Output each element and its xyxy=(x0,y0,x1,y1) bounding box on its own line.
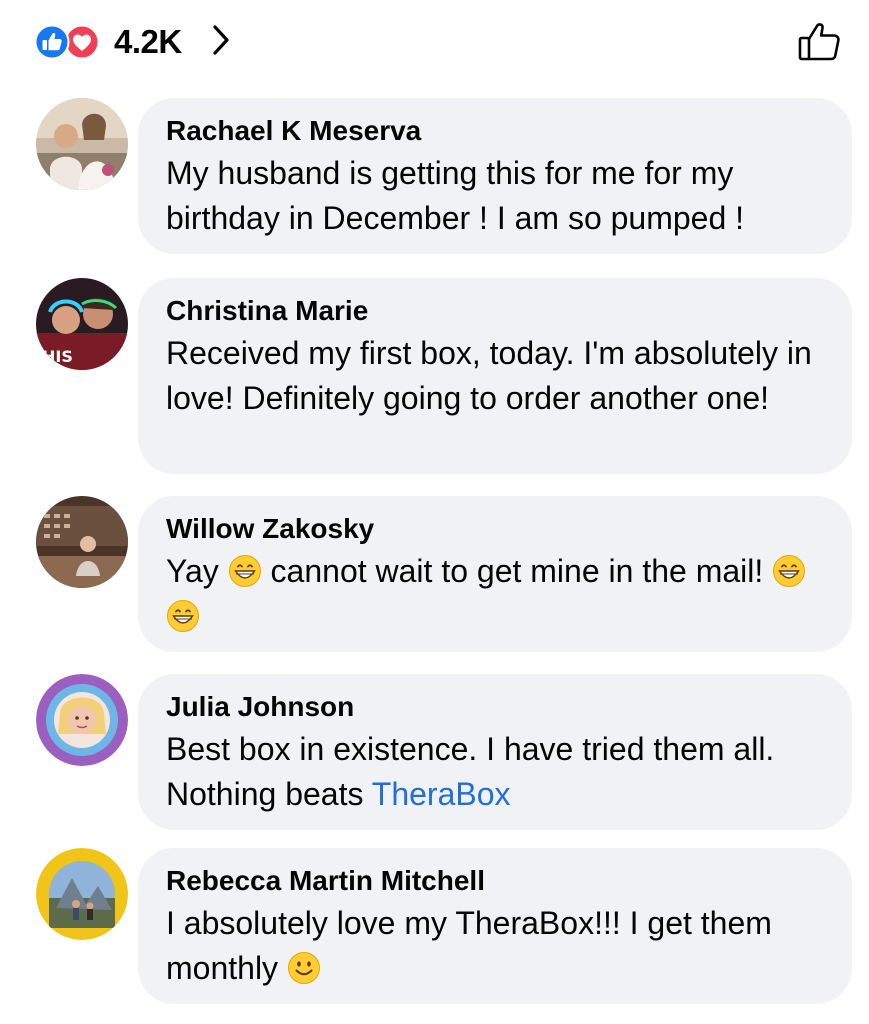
comment-author[interactable]: Christina Marie xyxy=(166,294,824,328)
comment-author[interactable]: Julia Johnson xyxy=(166,690,824,724)
comment-author[interactable]: Rachael K Meserva xyxy=(166,114,824,148)
avatar[interactable] xyxy=(36,674,128,766)
avatar[interactable] xyxy=(36,98,128,190)
comment-text: Best box in existence. I have tried them… xyxy=(166,731,775,812)
comment-author[interactable]: Willow Zakosky xyxy=(166,512,824,546)
comment-author[interactable]: Rebecca Martin Mitchell xyxy=(166,864,824,898)
comment-text: I absolutely love my TheraBox!!! I get t… xyxy=(166,905,772,986)
comment-bubble: Julia Johnson Best box in existence. I h… xyxy=(138,674,852,830)
avatar[interactable] xyxy=(36,496,128,588)
comment-bubble: Rebecca Martin Mitchell I absolutely lov… xyxy=(138,848,852,1004)
svg-text:HIS: HIS xyxy=(42,347,73,366)
avatar[interactable]: HIS xyxy=(36,278,128,370)
therabox-link[interactable]: TheraBox xyxy=(372,776,511,812)
comment-bubble: Christina Marie Received my first box, t… xyxy=(138,278,852,474)
like-outline-icon[interactable] xyxy=(796,16,846,66)
chevron-right-icon[interactable] xyxy=(206,22,236,58)
grinning-face-icon xyxy=(166,599,200,633)
like-icon xyxy=(34,24,70,60)
avatar[interactable] xyxy=(36,848,128,940)
comment-bubble: Rachael K Meserva My husband is getting … xyxy=(138,98,852,254)
comment-bubble: Willow Zakosky Yay cannot wait to get mi… xyxy=(138,496,852,652)
grinning-face-icon xyxy=(228,554,262,588)
comment-text: Yay cannot wait to get mine in the mail! xyxy=(166,549,824,639)
comment-text: Received my first box, today. I'm absolu… xyxy=(166,335,812,416)
smiling-face-icon xyxy=(287,951,321,985)
reactions-bar: 4.2K xyxy=(0,0,869,88)
comment-text: My husband is getting this for me for my… xyxy=(166,155,745,236)
grinning-face-icon xyxy=(772,554,806,588)
reaction-count[interactable]: 4.2K xyxy=(114,23,182,61)
reaction-icons[interactable] xyxy=(34,24,106,60)
